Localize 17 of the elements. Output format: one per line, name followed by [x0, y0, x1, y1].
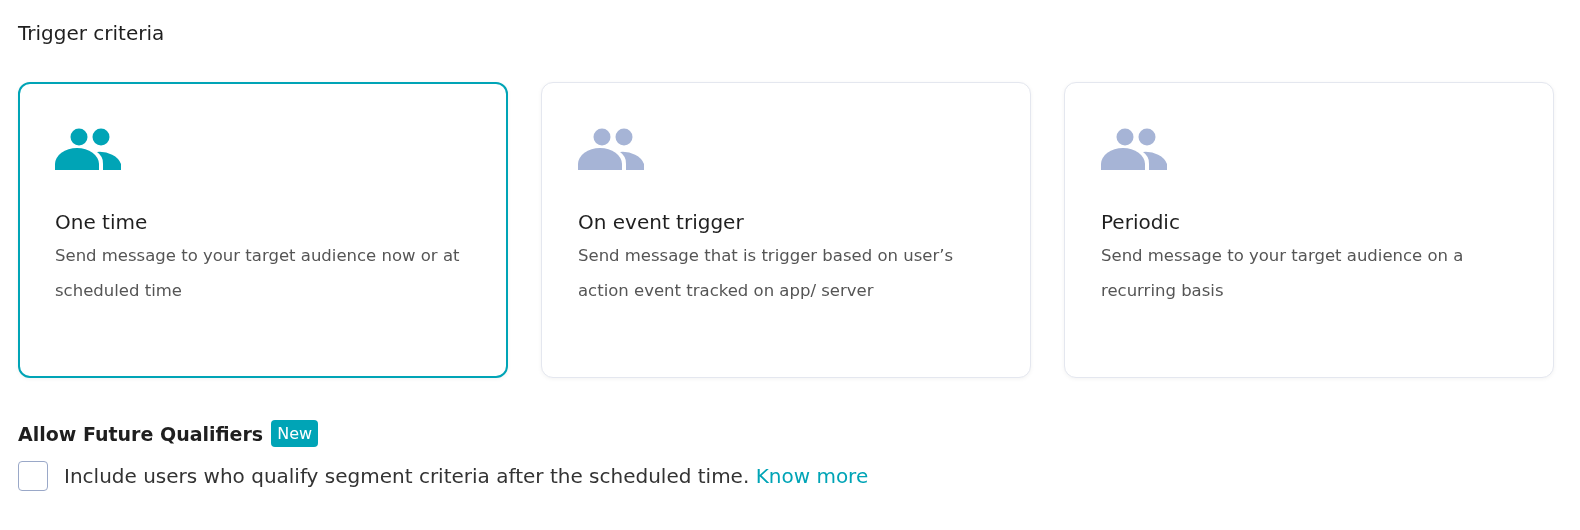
option-title: On event trigger [578, 209, 745, 236]
trigger-option-card[interactable]: On event trigger Send message that is trigger based on user’s action event tracked on app/ server [541, 82, 1031, 378]
option-description: Send message to your target audience now or at scheduled time [55, 245, 461, 302]
checkbox[interactable] [18, 461, 48, 491]
option-title: Periodic [1101, 209, 1181, 236]
people-icon [55, 128, 121, 170]
option-description: Send message that is trigger based on user’s action event tracked on app/ server [578, 245, 955, 302]
people-icon [1101, 128, 1167, 170]
new-badge: New [271, 420, 319, 447]
section-title: Trigger criteria [18, 20, 166, 47]
trigger-option-card[interactable]: One time Send message to your target audience now or at scheduled time [18, 82, 508, 378]
qualifiers-heading: Allow Future Qualifiers [18, 422, 264, 445]
option-title: One time [55, 209, 149, 236]
option-description: Send message to your target audience on a recurring basis [1101, 245, 1465, 302]
trigger-option-card[interactable]: Periodic Send message to your target audience on a recurring basis [1064, 82, 1554, 378]
checkbox-label: Include users who qualify segment criteria after the scheduled time. Know more [64, 464, 869, 488]
people-icon [578, 128, 644, 170]
